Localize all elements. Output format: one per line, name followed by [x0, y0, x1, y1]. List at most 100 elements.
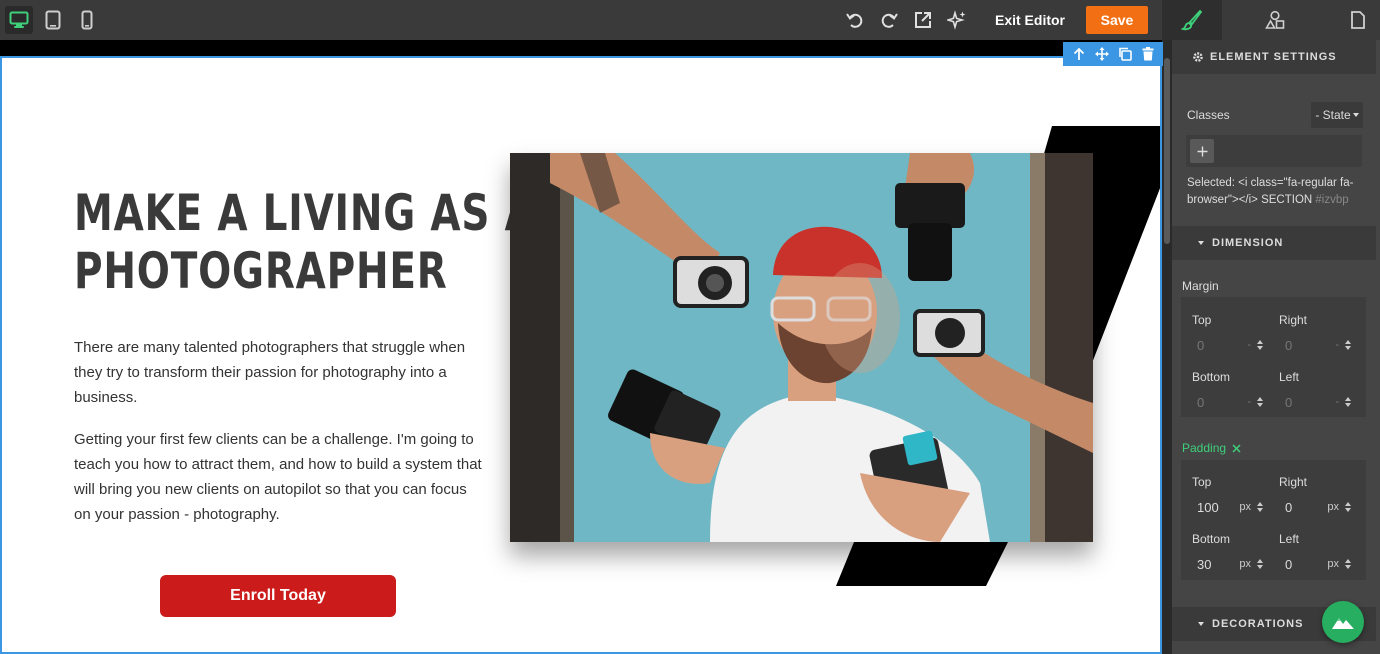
- padding-top-value: 100: [1197, 499, 1219, 515]
- hero-paragraph-2: Getting your first few clients can be a …: [74, 431, 482, 523]
- pages-tab[interactable]: [1328, 0, 1380, 40]
- settings-panel: ELEMENT SETTINGS Classes - State Selecte…: [1172, 40, 1380, 654]
- undo-button[interactable]: [843, 8, 867, 32]
- decorations-title: DECORATIONS: [1212, 618, 1304, 630]
- classes-container: [1186, 135, 1362, 167]
- help-launcher-button[interactable]: [1322, 601, 1364, 643]
- selected-element-info: Selected: <i class="fa-regular fa- brows…: [1187, 175, 1372, 209]
- brush-icon: [1181, 9, 1203, 31]
- margin-label: Margin: [1182, 279, 1219, 293]
- element-settings-header: ELEMENT SETTINGS: [1172, 40, 1376, 74]
- mobile-view-button[interactable]: [73, 6, 101, 34]
- margin-left-stepper[interactable]: [1343, 397, 1352, 407]
- selected-id: #izvbp: [1315, 194, 1349, 206]
- padding-left-stepper[interactable]: [1343, 559, 1352, 569]
- padding-right-input[interactable]: 0 px: [1277, 495, 1355, 519]
- add-class-button[interactable]: [1190, 139, 1214, 163]
- trash-icon: [1142, 47, 1153, 61]
- margin-top-value: 0: [1197, 337, 1205, 353]
- move-icon: [1094, 47, 1109, 61]
- margin-bottom-stepper[interactable]: [1255, 397, 1264, 407]
- copy-icon: [1118, 47, 1132, 61]
- photographer-image: [510, 153, 1093, 542]
- padding-left-input[interactable]: 0 px: [1277, 552, 1355, 576]
- margin-bottom-value: 0: [1197, 394, 1205, 410]
- blocks-tab[interactable]: [1245, 0, 1305, 40]
- desktop-view-button[interactable]: [5, 6, 33, 34]
- gear-icon: [1193, 52, 1203, 62]
- ai-assist-button[interactable]: [945, 8, 969, 32]
- page-icon: [1351, 11, 1365, 29]
- padding-right-label: Right: [1279, 475, 1308, 489]
- canvas-top-strip: [0, 40, 1162, 56]
- padding-top-input[interactable]: 100 px: [1189, 495, 1267, 519]
- padding-label: Padding: [1182, 441, 1227, 455]
- margin-right-input[interactable]: 0-: [1277, 333, 1355, 357]
- caret-down-icon: [1198, 622, 1204, 626]
- tablet-icon: [45, 10, 61, 30]
- caret-down-icon: [1198, 241, 1204, 245]
- classes-label: Classes: [1187, 108, 1230, 122]
- element-settings-title: ELEMENT SETTINGS: [1210, 51, 1337, 63]
- padding-top-stepper[interactable]: [1255, 502, 1264, 512]
- padding-right-unit[interactable]: px: [1327, 501, 1339, 513]
- margin-left-value: 0: [1285, 394, 1293, 410]
- margin-top-unit[interactable]: -: [1247, 339, 1251, 351]
- selected-prefix: Selected:: [1187, 177, 1235, 189]
- clear-padding-icon[interactable]: [1232, 443, 1241, 453]
- margin-bottom-input[interactable]: 0-: [1189, 390, 1267, 414]
- mobile-icon: [81, 10, 93, 30]
- padding-bottom-value: 30: [1197, 556, 1212, 572]
- margin-bottom-label: Bottom: [1192, 370, 1231, 384]
- delete-element-button[interactable]: [1139, 45, 1157, 63]
- move-element-button[interactable]: [1093, 45, 1111, 63]
- editor-canvas[interactable]: MAKE A LIVING AS A PHOTOGRAPHER There ar…: [0, 56, 1162, 654]
- margin-top-stepper[interactable]: [1255, 340, 1264, 350]
- padding-bottom-label: Bottom: [1192, 532, 1231, 546]
- editor-toolbar: Exit Editor Save: [0, 0, 1380, 40]
- margin-top-input[interactable]: 0-: [1189, 333, 1267, 357]
- exit-editor-button[interactable]: Exit Editor: [988, 6, 1072, 34]
- style-manager-tab[interactable]: [1162, 0, 1222, 40]
- save-button[interactable]: Save: [1086, 6, 1148, 34]
- dimension-title: DIMENSION: [1212, 237, 1284, 249]
- state-select-value: - State: [1315, 108, 1351, 122]
- hero-paragraph-1: There are many talented photographers th…: [74, 339, 466, 406]
- dimension-section-header[interactable]: DIMENSION: [1172, 226, 1376, 260]
- padding-left-unit[interactable]: px: [1327, 558, 1339, 570]
- state-select[interactable]: - State: [1311, 102, 1363, 128]
- select-parent-button[interactable]: [1070, 45, 1088, 63]
- shapes-icon: [1265, 10, 1285, 29]
- padding-left-value: 0: [1285, 556, 1293, 572]
- hero-title-line-2: PHOTOGRAPHER: [74, 242, 448, 300]
- margin-right-label: Right: [1279, 313, 1308, 327]
- duplicate-element-button[interactable]: [1116, 45, 1134, 63]
- enroll-today-button[interactable]: Enroll Today: [160, 575, 396, 617]
- padding-bottom-input[interactable]: 30 px: [1189, 552, 1267, 576]
- hero-title: MAKE A LIVING AS A PHOTOGRAPHER: [74, 184, 535, 300]
- padding-bottom-unit[interactable]: px: [1239, 558, 1251, 570]
- preview-button[interactable]: [911, 8, 935, 32]
- selected-tag-line-1: <i class="fa-regular fa-: [1238, 177, 1354, 189]
- margin-left-label: Left: [1279, 370, 1300, 384]
- padding-top-unit[interactable]: px: [1239, 501, 1251, 513]
- arrow-up-icon: [1073, 47, 1084, 60]
- tablet-view-button[interactable]: [39, 6, 67, 34]
- margin-right-value: 0: [1285, 337, 1293, 353]
- hero-photo: [510, 153, 1093, 542]
- padding-right-stepper[interactable]: [1343, 502, 1352, 512]
- selected-tag-line-2: browser"></i> SECTION: [1187, 194, 1313, 206]
- canvas-scrollbar[interactable]: [1162, 40, 1172, 654]
- margin-right-stepper[interactable]: [1343, 340, 1352, 350]
- margin-left-input[interactable]: 0-: [1277, 390, 1355, 414]
- padding-top-label: Top: [1192, 475, 1212, 489]
- padding-left-label: Left: [1279, 532, 1300, 546]
- margin-right-unit[interactable]: -: [1335, 339, 1339, 351]
- margin-bottom-unit[interactable]: -: [1247, 396, 1251, 408]
- redo-button[interactable]: [877, 8, 901, 32]
- margin-left-unit[interactable]: -: [1335, 396, 1339, 408]
- caret-down-icon: [1352, 113, 1359, 117]
- canvas-scrollbar-thumb[interactable]: [1164, 58, 1170, 244]
- open-external-icon: [915, 12, 931, 28]
- padding-bottom-stepper[interactable]: [1255, 559, 1264, 569]
